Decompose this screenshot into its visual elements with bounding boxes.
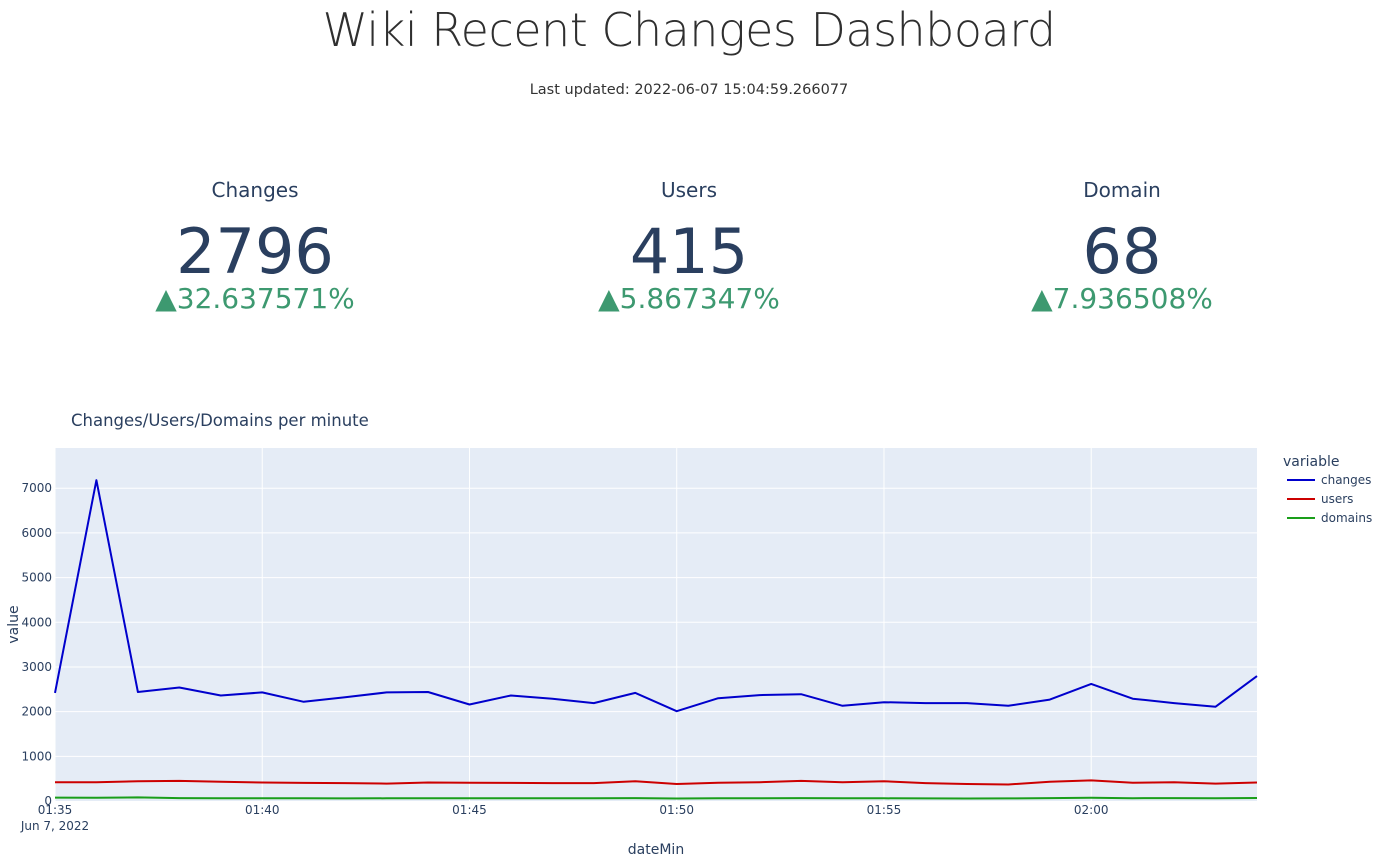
x-tick-label: 01:35	[38, 803, 73, 817]
line-chart: 0100020003000400050006000700001:35 01:40 0…	[6, 448, 1372, 858]
x-date-label: Jun 7, 2022	[20, 819, 89, 833]
x-axis-title: dateMin	[628, 842, 684, 858]
legend-label-changes: changes	[1321, 473, 1371, 487]
x-tick-label: 01:45	[452, 803, 487, 817]
plot-area	[55, 448, 1257, 801]
y-tick-label: 6000	[21, 526, 52, 540]
y-tick-label: 1000	[21, 749, 52, 763]
y-tick-label: 3000	[21, 660, 52, 674]
series-line-domains	[54, 796, 1258, 800]
x-tick-label: 01:50	[659, 803, 694, 817]
x-tick-label: 01:55	[867, 803, 902, 817]
y-tick-label: 7000	[21, 481, 52, 495]
y-tick-label: 4000	[21, 615, 52, 629]
legend-label-users: users	[1321, 492, 1353, 506]
legend-label-domains: domains	[1321, 511, 1372, 525]
x-tick-label: 01:40	[245, 803, 280, 817]
y-axis-title: value	[6, 605, 22, 643]
x-tick-label: 02:00	[1074, 803, 1109, 817]
y-tick-label: 2000	[21, 705, 52, 719]
y-tick-label: 5000	[21, 571, 52, 585]
legend-title: variable	[1283, 454, 1339, 470]
